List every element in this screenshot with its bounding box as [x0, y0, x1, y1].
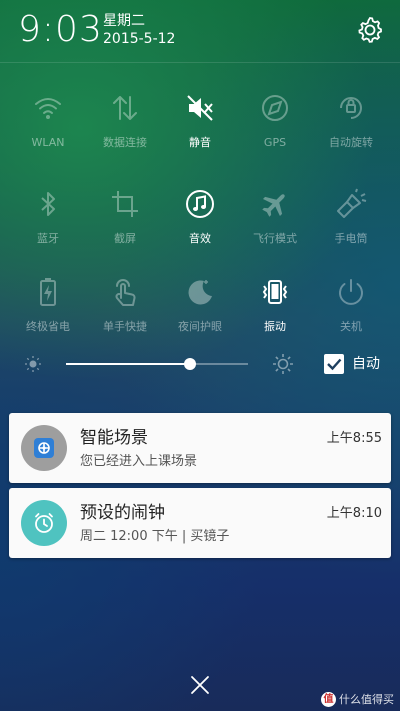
toggle-row-3: 终极省电 单手快捷 夜间护眼 振动 关机: [0, 268, 400, 348]
toggle-label: 数据连接: [103, 136, 147, 149]
toggle-label: 飞行模式: [253, 232, 297, 245]
close-icon[interactable]: [189, 674, 211, 696]
power-icon: [339, 279, 363, 305]
auto-brightness-checkbox[interactable]: [324, 354, 344, 374]
gps-icon: [262, 95, 288, 121]
toggle-wlan[interactable]: WLAN: [8, 84, 88, 164]
toggle-vibrate[interactable]: 振动: [235, 268, 315, 348]
toggle-mute[interactable]: 静音: [160, 84, 240, 164]
toggle-label: 终极省电: [26, 320, 70, 333]
watermark-text: 什么值得买: [339, 692, 394, 706]
checkmark-icon: [327, 358, 342, 371]
brightness-high-icon: [273, 354, 293, 374]
toggle-sound-effect[interactable]: 音效: [160, 180, 240, 260]
wifi-icon: [35, 98, 61, 119]
date-block: 星期二 2015-5-12: [103, 12, 175, 48]
toggle-label: 静音: [189, 136, 211, 149]
mute-icon: [187, 95, 213, 121]
smart-scene-icon: [34, 438, 54, 458]
status-header: 9:03 星期二 2015-5-12: [0, 0, 400, 62]
toggle-label: GPS: [263, 136, 287, 149]
toggle-power-save[interactable]: 终极省电: [8, 268, 88, 348]
toggle-airplane[interactable]: 飞行模式: [235, 180, 315, 260]
toggle-row-1: WLAN 数据连接 静音 GPS 自动旋转: [0, 84, 400, 164]
toggle-label: 蓝牙: [37, 232, 59, 245]
brightness-fill: [66, 363, 190, 365]
toggle-label: 夜间护眼: [178, 320, 222, 333]
toggle-flashlight[interactable]: 手电筒: [311, 180, 391, 260]
toggle-one-hand[interactable]: 单手快捷: [85, 268, 165, 348]
toggle-data[interactable]: 数据连接: [85, 84, 165, 164]
rotate-icon: [340, 97, 362, 119]
notification-time: 上午8:55: [326, 431, 382, 446]
notification-card-alarm[interactable]: 预设的闹钟 周二 12:00 下午 | 买镜子 上午8:10: [9, 488, 391, 558]
toggle-label: 音效: [189, 232, 211, 245]
notification-title: 预设的闹钟: [80, 503, 165, 523]
toggle-power-off[interactable]: 关机: [311, 268, 391, 348]
date-label: 2015-5-12: [103, 31, 176, 47]
notification-text: 您已经进入上课场景: [80, 454, 198, 469]
moon-icon: [188, 280, 212, 305]
notification-time: 上午8:10: [326, 506, 382, 521]
toggle-rotate[interactable]: 自动旋转: [311, 84, 391, 164]
toggle-label: 单手快捷: [103, 320, 147, 333]
toggle-label: WLAN: [31, 136, 65, 149]
toggle-label: 手电筒: [334, 232, 368, 245]
toggle-label: 截屏: [114, 232, 136, 245]
weekday-label: 星期二: [103, 13, 145, 29]
toggle-screenshot[interactable]: 截屏: [85, 180, 165, 260]
brightness-thumb[interactable]: [184, 358, 196, 370]
auto-brightness-label: 自动: [352, 356, 380, 372]
header-divider: [0, 62, 400, 63]
notification-avatar: [21, 425, 67, 471]
brightness-slider[interactable]: [66, 358, 248, 370]
watermark-logo: 值: [321, 692, 336, 707]
toggle-night-mode[interactable]: 夜间护眼: [160, 268, 240, 348]
toggle-gps[interactable]: GPS: [235, 84, 315, 164]
brightness-row: 自动: [0, 346, 400, 382]
toggle-label: 自动旋转: [329, 136, 373, 149]
data-arrows-icon: [113, 96, 137, 120]
gear-icon[interactable]: [356, 16, 384, 44]
clock-time: 9:03: [18, 9, 103, 50]
toggle-label: 振动: [264, 320, 286, 333]
notification-card-smart-scene[interactable]: 智能场景 您已经进入上课场景 上午8:55: [9, 413, 391, 483]
toggle-label: 关机: [340, 320, 362, 333]
bluetooth-icon: [41, 192, 55, 216]
vibrate-icon: [262, 280, 288, 304]
battery-icon: [40, 278, 56, 306]
hand-tap-icon: [115, 279, 136, 306]
flashlight-icon: [337, 188, 367, 218]
notification-title: 智能场景: [80, 428, 148, 448]
alarm-clock-icon: [35, 513, 53, 533]
brightness-low-icon: [25, 356, 41, 372]
notification-avatar: [21, 500, 67, 546]
airplane-icon: [262, 194, 285, 217]
notification-text: 周二 12:00 下午 | 买镜子: [80, 529, 230, 544]
music-note-icon: [186, 190, 214, 218]
crop-icon: [112, 191, 138, 217]
watermark: 值什么值得买: [321, 691, 394, 707]
toggle-bluetooth[interactable]: 蓝牙: [8, 180, 88, 260]
toggle-row-2: 蓝牙 截屏 音效 飞行模式 手电筒: [0, 180, 400, 260]
